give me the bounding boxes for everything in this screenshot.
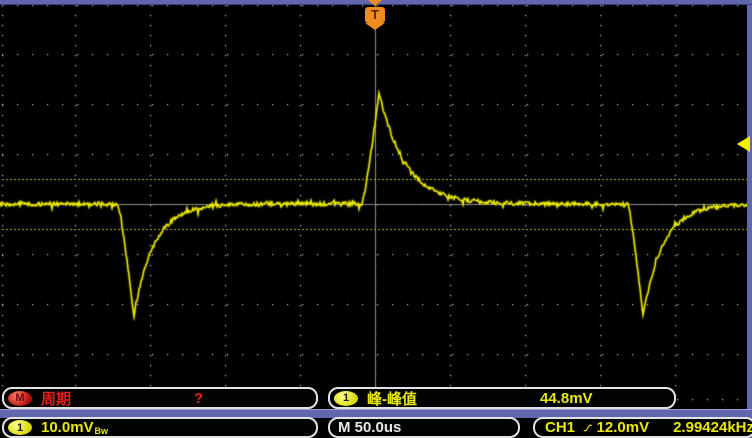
channel1-badge: 1 <box>334 390 358 406</box>
trigger-level-arrow-icon[interactable] <box>737 136 750 152</box>
measurement-value-peak-to-peak: 44.8mV <box>540 389 593 407</box>
rising-edge-icon <box>583 424 592 431</box>
trigger-frequency-counter: 2.99424kHz <box>673 419 752 436</box>
vertical-scale-text: 10.0mV <box>41 419 94 436</box>
trigger-level-value: 12.0mV <box>596 419 650 436</box>
trigger-position-marker[interactable]: T <box>364 0 386 32</box>
bandwidth-limit-indicator: Bw <box>94 426 109 436</box>
trigger-position-point-icon <box>365 23 385 30</box>
trigger-t-icon: T <box>365 7 385 23</box>
waveform-display <box>0 0 752 438</box>
trigger-source: CH1 <box>545 419 576 436</box>
measurement-value-period: ? <box>194 389 204 407</box>
timebase-value: M 50.0us <box>338 419 402 436</box>
timebase-box: M 50.0us <box>328 417 520 438</box>
trigger-info-box: CH1 12.0mV 2.99424kHz <box>533 417 752 438</box>
right-edge-bar <box>747 0 752 438</box>
measurement-box-period: M 周期 ? <box>2 387 318 409</box>
measurement-label-period: 周期 <box>41 390 72 408</box>
oscilloscope-screen: T M 周期 ? 1 峰-峰值 44.8mV 1 10.0mVBw M 50.0… <box>0 0 752 438</box>
measurement-box-peak-to-peak: 1 峰-峰值 44.8mV <box>328 387 676 409</box>
measurement-label-peak-to-peak: 峰-峰值 <box>367 390 417 408</box>
channel1-badge: 1 <box>8 420 32 435</box>
vertical-scale-value: 10.0mVBw <box>41 419 108 436</box>
channel-scale-box: 1 10.0mVBw <box>2 417 318 438</box>
math-channel-badge: M <box>8 390 32 406</box>
trigger-position-arrow-icon <box>368 0 382 6</box>
